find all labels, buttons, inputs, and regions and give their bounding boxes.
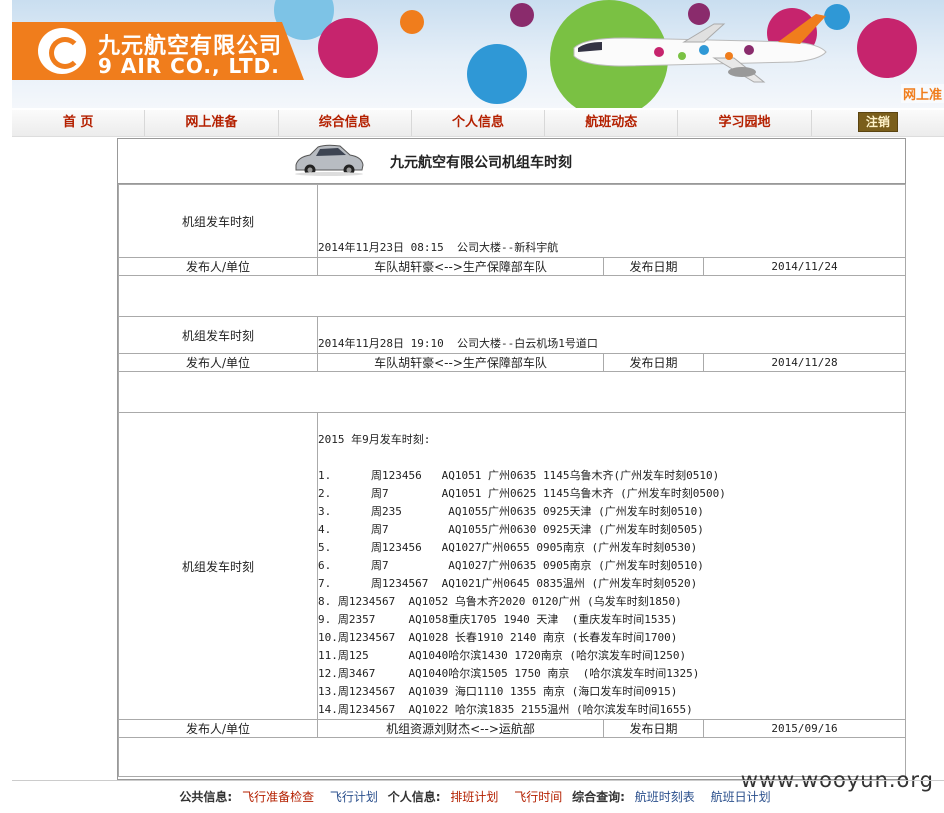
nav-online-prep[interactable]: 网上准备 bbox=[145, 110, 279, 136]
publisher-label: 发布人/单位 bbox=[118, 353, 318, 372]
nav-general-info[interactable]: 综合信息 bbox=[279, 110, 412, 136]
publisher-value: 车队胡轩豪<-->生产保障部车队 bbox=[317, 353, 604, 372]
footer-public-label: 公共信息: bbox=[179, 790, 233, 804]
notice-content: 2014年11月28日 19:10 公司大楼--白云机场1号道口 bbox=[317, 316, 906, 354]
notice-label: 机组发车时刻 bbox=[118, 412, 318, 720]
banner-corner-text: 网上准 bbox=[900, 84, 944, 103]
date-value: 2015/09/16 bbox=[703, 719, 906, 738]
decor-dot bbox=[467, 44, 527, 104]
page-title: 九元航空有限公司机组车时刻 bbox=[390, 155, 572, 171]
nav-flight-status[interactable]: 航班动态 bbox=[545, 110, 679, 136]
notice-text: 2014年11月28日 19:10 公司大楼--白云机场1号道口 bbox=[318, 337, 598, 350]
main-nav: 首 页 网上准备 综合信息 个人信息 航班动态 学习园地 注销 bbox=[12, 110, 944, 137]
date-label: 发布日期 bbox=[603, 719, 704, 738]
date-label: 发布日期 bbox=[603, 257, 704, 276]
notice-table: 机组发车时刻 2014年11月23日 08:15 公司大楼--新科宇航 发布人/… bbox=[118, 184, 906, 777]
crew-bus-schedule-panel: 九元航空有限公司机组车时刻 机组发车时刻 2014年11月23日 08:15 公… bbox=[117, 138, 906, 780]
nine-logo-icon bbox=[38, 28, 86, 74]
company-name-en: 9 AIR CO., LTD. bbox=[98, 54, 280, 78]
logout-button[interactable]: 注销 bbox=[857, 112, 898, 132]
airplane-icon bbox=[573, 14, 827, 83]
notice-meta-row: 发布人/单位 机组资源刘财杰<-->运航部 发布日期 2015/09/16 bbox=[118, 719, 906, 738]
notice-label: 机组发车时刻 bbox=[118, 184, 318, 258]
publisher-label: 发布人/单位 bbox=[118, 257, 318, 276]
header-banner: 九元航空有限公司 9 AIR CO., LTD. 网上准 bbox=[12, 0, 944, 108]
notice-text: 2015 年9月发车时刻: 1. 周123456 AQ1051 广州0635 1… bbox=[318, 433, 726, 716]
notice-row: 机组发车时刻 2014年11月28日 19:10 公司大楼--白云机场1号道口 bbox=[118, 316, 906, 354]
notice-meta-row: 发布人/单位 车队胡轩豪<-->生产保障部车队 发布日期 2014/11/24 bbox=[118, 257, 906, 276]
nav-home[interactable]: 首 页 bbox=[12, 110, 146, 136]
decor-dot bbox=[400, 10, 424, 34]
footer-link-flight-prep-check[interactable]: 飞行准备检查 bbox=[242, 790, 314, 804]
nav-logout-cell: 注销 bbox=[812, 110, 944, 136]
notice-row: 机组发车时刻 2015 年9月发车时刻: 1. 周123456 AQ1051 广… bbox=[118, 412, 906, 720]
publisher-label: 发布人/单位 bbox=[118, 719, 318, 738]
decor-dot bbox=[318, 18, 378, 78]
panel-header: 九元航空有限公司机组车时刻 bbox=[118, 139, 905, 184]
date-value: 2014/11/24 bbox=[703, 257, 906, 276]
footer-query-label: 综合查询: bbox=[572, 790, 625, 804]
car-icon bbox=[295, 144, 364, 176]
nav-learning[interactable]: 学习园地 bbox=[678, 110, 812, 136]
company-logo[interactable]: 九元航空有限公司 9 AIR CO., LTD. bbox=[12, 22, 304, 80]
publisher-value: 车队胡轩豪<-->生产保障部车队 bbox=[317, 257, 604, 276]
spacer bbox=[118, 371, 906, 413]
date-label: 发布日期 bbox=[603, 353, 704, 372]
decor-dot bbox=[510, 3, 534, 27]
footer-link-flight-plan[interactable]: 飞行计划 bbox=[330, 790, 378, 804]
notice-content: 2014年11月23日 08:15 公司大楼--新科宇航 bbox=[317, 184, 906, 258]
nav-personal-info[interactable]: 个人信息 bbox=[412, 110, 546, 136]
publisher-value: 机组资源刘财杰<-->运航部 bbox=[317, 719, 604, 738]
notice-content: 2015 年9月发车时刻: 1. 周123456 AQ1051 广州0635 1… bbox=[317, 412, 906, 720]
footer-links: 公共信息: 飞行准备检查 飞行计划 个人信息: 排班计划 飞行时间 综合查询: … bbox=[12, 780, 944, 808]
footer-link-timetable[interactable]: 航班时刻表 bbox=[635, 790, 695, 804]
footer-link-flight-time[interactable]: 飞行时间 bbox=[514, 790, 562, 804]
notice-meta-row: 发布人/单位 车队胡轩豪<-->生产保障部车队 发布日期 2014/11/28 bbox=[118, 353, 906, 372]
spacer bbox=[118, 275, 906, 317]
date-value: 2014/11/28 bbox=[703, 353, 906, 372]
footer-personal-label: 个人信息: bbox=[387, 790, 441, 804]
notice-label: 机组发车时刻 bbox=[118, 316, 318, 354]
notice-text: 2014年11月23日 08:15 公司大楼--新科宇航 bbox=[318, 241, 559, 254]
footer-link-daily-plan[interactable]: 航班日计划 bbox=[711, 790, 771, 804]
decor-dot bbox=[857, 18, 917, 78]
notice-row: 机组发车时刻 2014年11月23日 08:15 公司大楼--新科宇航 bbox=[118, 184, 906, 258]
footer-link-roster[interactable]: 排班计划 bbox=[450, 790, 498, 804]
